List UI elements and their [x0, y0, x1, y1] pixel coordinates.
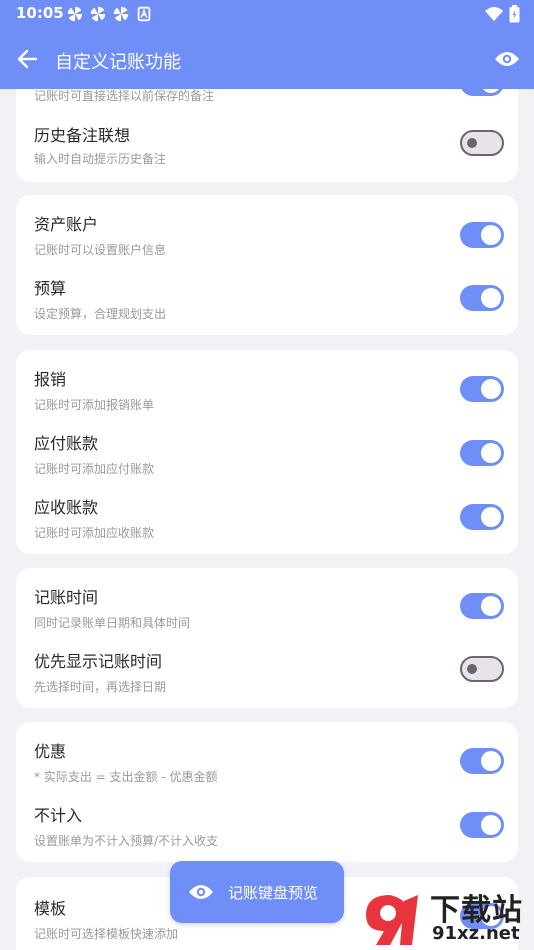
status-system-icons	[485, 5, 520, 23]
setting-desc: 设置账单为不计入预算/不计入收支	[34, 834, 219, 848]
discount-toggle[interactable]	[460, 748, 504, 774]
setting-label: 资产账户	[34, 215, 99, 234]
toggle-knob	[481, 288, 501, 308]
settings-card-accounts: 资产账户 记账时可以设置账户信息 预算 设定预算，合理规划支出	[16, 195, 518, 335]
budget-toggle[interactable]	[460, 285, 504, 311]
setting-label: 应收账款	[34, 498, 99, 517]
setting-desc: 记账时可选择模板快速添加	[34, 927, 179, 941]
setting-row-asset-account[interactable]: 资产账户 记账时可以设置账户信息	[16, 201, 518, 265]
settings-card-discount: 优惠 * 实际支出 = 支出金额 - 优惠金额 不计入 设置账单为不计入预算/不…	[16, 722, 518, 862]
status-notification-icons	[66, 5, 153, 23]
eye-icon	[495, 52, 519, 66]
setting-row-reimburse[interactable]: 报销 记账时可添加报销账单	[16, 356, 518, 420]
payable-toggle[interactable]	[460, 440, 504, 466]
eye-icon	[189, 885, 213, 899]
reimburse-toggle[interactable]	[460, 376, 504, 402]
setting-desc: 记账时可添加应收账款	[34, 526, 155, 540]
notification-a-icon	[137, 6, 151, 22]
setting-label: 记账时间	[34, 588, 99, 607]
setting-desc: 记账时可直接选择以前保存的备注	[34, 89, 215, 103]
setting-label: 报销	[34, 370, 67, 389]
back-button[interactable]	[12, 44, 42, 74]
top-bar: 10:05 自定义记账功能	[0, 0, 534, 89]
keyboard-preview-label: 记账键盘预览	[228, 883, 319, 902]
setting-row-history-notes[interactable]: 历史备注联想 输入时自动提示历史备注	[16, 114, 518, 178]
status-bar: 10:05	[0, 0, 534, 28]
site-watermark: 下载站 91xz.net	[360, 885, 530, 947]
setting-row-budget[interactable]: 预算 设定预算，合理规划支出	[16, 265, 518, 329]
status-time: 10:05	[16, 4, 64, 22]
settings-list: 记账时可直接选择以前保存的备注 历史备注联想 输入时自动提示历史备注 资产账户 …	[0, 0, 534, 950]
toggle-knob	[481, 815, 501, 835]
toggle-knob	[481, 751, 501, 771]
toggle-knob	[481, 507, 501, 527]
preview-button[interactable]	[492, 44, 522, 74]
time-first-toggle[interactable]	[460, 656, 504, 682]
wifi-icon	[485, 7, 503, 21]
setting-row-exclude[interactable]: 不计入 设置账单为不计入预算/不计入收支	[16, 792, 518, 856]
setting-desc: 同时记录账单日期和具体时间	[34, 616, 191, 630]
setting-desc: * 实际支出 = 支出金额 - 优惠金额	[34, 770, 218, 784]
setting-row-payable[interactable]: 应付账款 记账时可添加应付账款	[16, 420, 518, 484]
watermark-domain: 91xz.net	[432, 923, 520, 944]
pinwheel-icon	[67, 6, 83, 22]
setting-row-record-time[interactable]: 记账时间 同时记录账单日期和具体时间	[16, 574, 518, 638]
setting-label: 应付账款	[34, 434, 99, 453]
app-bar: 自定义记账功能	[0, 34, 534, 84]
pinwheel-icon	[113, 6, 129, 22]
setting-desc: 记账时可添加报销账单	[34, 398, 155, 412]
record-time-toggle[interactable]	[460, 593, 504, 619]
setting-label: 不计入	[34, 806, 83, 825]
setting-desc: 设定预算，合理规划支出	[34, 307, 167, 321]
toggle-knob	[467, 138, 477, 148]
pinwheel-icon	[90, 6, 106, 22]
arrow-left-icon	[17, 49, 38, 69]
toggle-knob	[481, 443, 501, 463]
exclude-toggle[interactable]	[460, 812, 504, 838]
setting-label: 优先显示记账时间	[34, 652, 163, 671]
setting-desc: 记账时可以设置账户信息	[34, 243, 167, 257]
setting-row-time-first[interactable]: 优先显示记账时间 先选择时间，再选择日期	[16, 638, 518, 702]
toggle-knob	[481, 225, 501, 245]
watermark-logo-icon	[366, 895, 418, 945]
setting-desc: 记账时可添加应付账款	[34, 462, 155, 476]
setting-label: 模板	[34, 899, 67, 918]
setting-label: 预算	[34, 279, 67, 298]
settings-card-payables: 报销 记账时可添加报销账单 应付账款 记账时可添加应付账款 应收账款 记账时可添…	[16, 350, 518, 554]
toggle-knob	[467, 664, 477, 674]
page-title: 自定义记账功能	[55, 52, 181, 73]
history-notes-toggle[interactable]	[460, 130, 504, 156]
setting-label: 历史备注联想	[34, 126, 131, 145]
setting-desc: 输入时自动提示历史备注	[34, 152, 167, 166]
setting-row-discount[interactable]: 优惠 * 实际支出 = 支出金额 - 优惠金额	[16, 728, 518, 792]
asset-account-toggle[interactable]	[460, 222, 504, 248]
setting-label: 优惠	[34, 742, 67, 761]
setting-row-receivable[interactable]: 应收账款 记账时可添加应收账款	[16, 484, 518, 548]
toggle-knob	[481, 379, 501, 399]
setting-desc: 先选择时间，再选择日期	[34, 680, 167, 694]
settings-card-time: 记账时间 同时记录账单日期和具体时间 优先显示记账时间 先选择时间，再选择日期	[16, 568, 518, 708]
keyboard-preview-button[interactable]: 记账键盘预览	[170, 861, 344, 923]
toggle-knob	[481, 596, 501, 616]
receivable-toggle[interactable]	[460, 504, 504, 530]
battery-icon	[509, 5, 520, 23]
